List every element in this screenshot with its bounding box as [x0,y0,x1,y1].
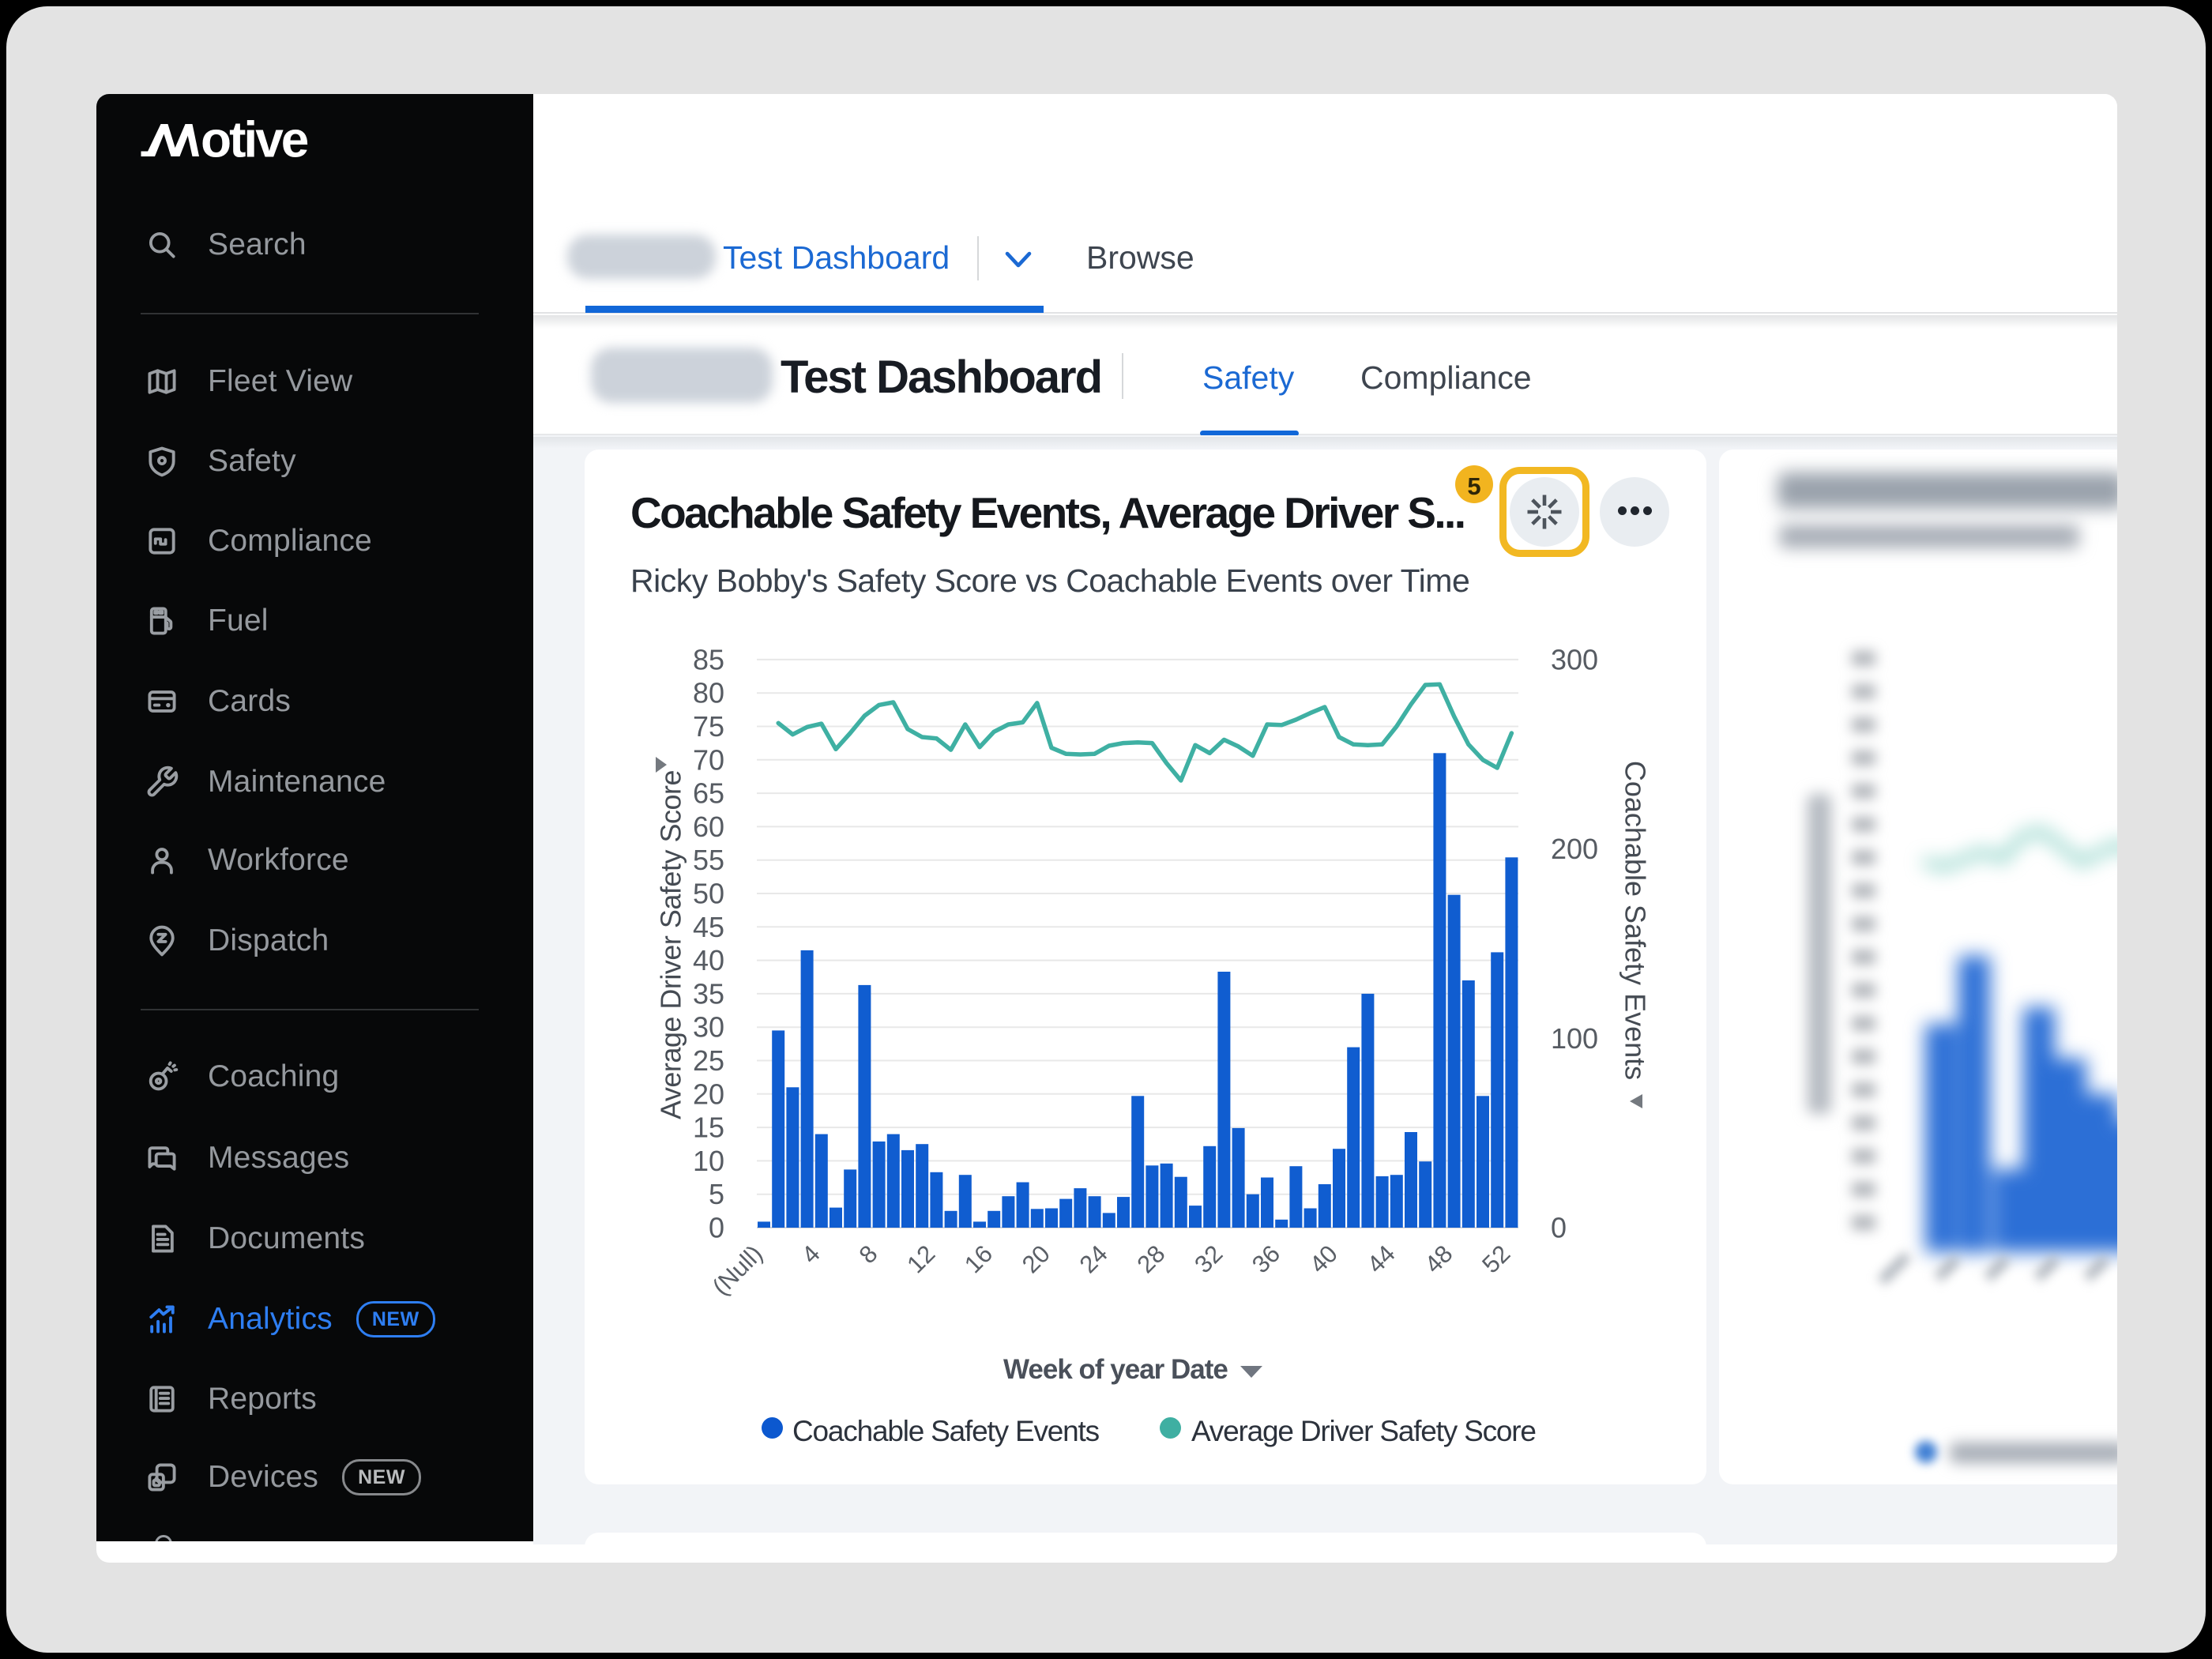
svg-text:28: 28 [1131,1240,1170,1278]
svg-text:Coachable Safety Events: Coachable Safety Events [1620,761,1652,1080]
svg-text:100: 100 [1551,1022,1598,1055]
svg-text:35: 35 [693,977,724,1010]
svg-text:0: 0 [709,1212,724,1244]
svg-text:85: 85 [693,643,724,675]
svg-text:32: 32 [1189,1240,1228,1278]
svg-text:0: 0 [1551,1212,1567,1244]
svg-text:44: 44 [1362,1240,1401,1278]
svg-text:80: 80 [693,677,724,709]
svg-text:40: 40 [693,944,724,976]
svg-text:36: 36 [1247,1240,1285,1278]
svg-text:65: 65 [693,777,724,810]
svg-text:10: 10 [693,1145,724,1177]
svg-text:75: 75 [693,710,724,743]
svg-text:8: 8 [854,1240,883,1269]
svg-text:300: 300 [1551,643,1598,675]
svg-text:24: 24 [1074,1240,1113,1278]
svg-text:16: 16 [959,1240,998,1278]
svg-text:200: 200 [1551,833,1598,865]
svg-text:25: 25 [693,1044,724,1077]
svg-text:30: 30 [693,1011,724,1044]
svg-text:50: 50 [693,878,724,910]
svg-text:45: 45 [693,911,724,943]
svg-text:40: 40 [1304,1240,1343,1278]
svg-text:5: 5 [709,1178,724,1210]
svg-text:(Null): (Null) [707,1240,768,1300]
svg-text:12: 12 [901,1240,940,1278]
svg-text:Average Driver Safety Score: Average Driver Safety Score [655,770,687,1119]
svg-text:60: 60 [693,811,724,843]
svg-text:48: 48 [1419,1240,1458,1278]
svg-text:4: 4 [796,1240,826,1269]
svg-text:52: 52 [1477,1240,1515,1278]
svg-text:20: 20 [1017,1240,1055,1278]
svg-text:otive: otive [201,111,308,164]
svg-text:15: 15 [693,1112,724,1144]
svg-text:70: 70 [693,743,724,776]
svg-text:20: 20 [693,1078,724,1110]
svg-text:55: 55 [693,844,724,876]
